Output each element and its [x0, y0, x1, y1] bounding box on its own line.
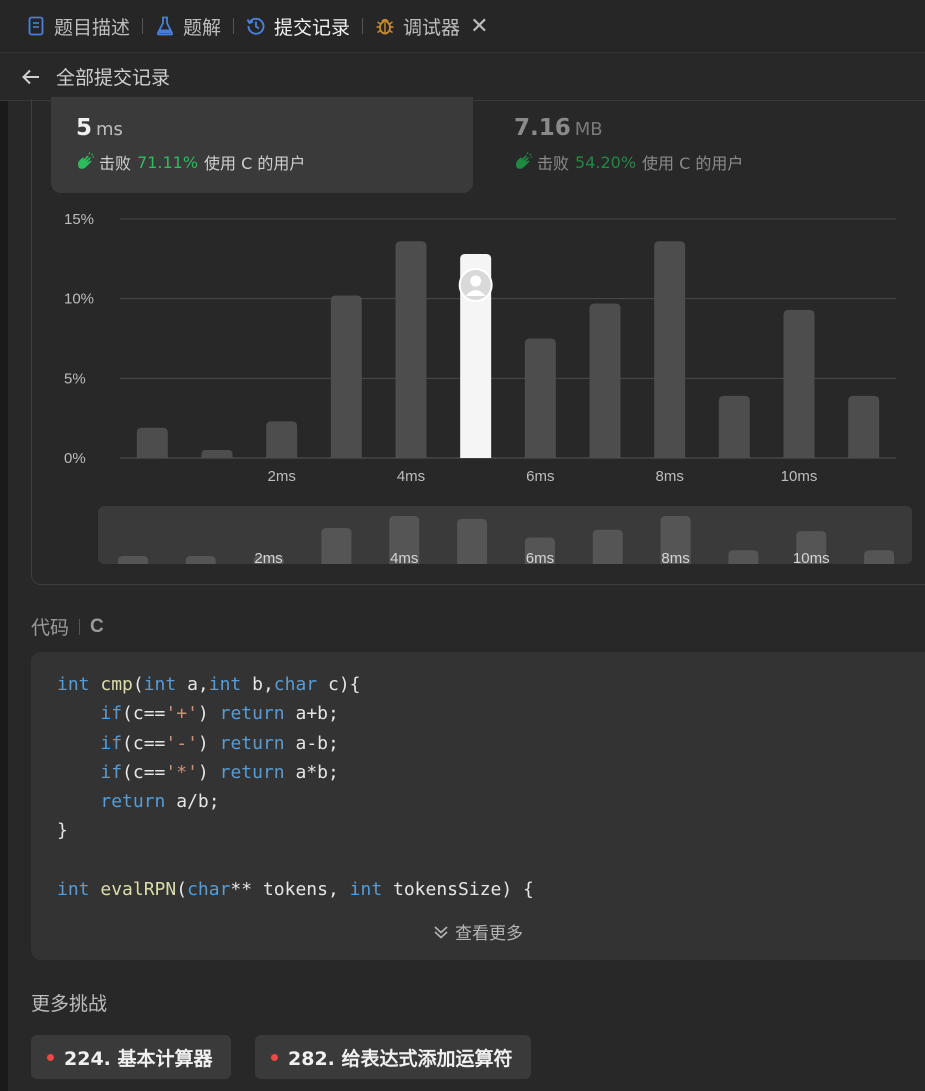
tab-submissions[interactable]: 提交记录: [246, 13, 350, 40]
code-block: int cmp(int a,int b,char c){ if(c=='+') …: [31, 652, 925, 960]
x-tick-label: 6ms: [526, 468, 554, 485]
challenge-link[interactable]: 282. 给表达式添加运算符: [255, 1035, 531, 1079]
x-tick-label: 4ms: [397, 468, 425, 485]
divider: [79, 618, 81, 635]
overview-bar: [457, 518, 488, 564]
code-label: 代码: [31, 617, 70, 639]
code-line: int cmp(int a,int b,char c){: [57, 674, 361, 695]
code-line: return a/b;: [100, 791, 220, 813]
bar: [395, 241, 427, 458]
difficulty-dot: [47, 1053, 54, 1061]
x-tick-label: 2ms: [267, 468, 295, 485]
bug-icon: [375, 16, 395, 36]
tab-solutions[interactable]: 题解: [155, 13, 221, 40]
overview-brush: [98, 506, 912, 564]
tab-divider: [233, 18, 235, 34]
overview-bar: [185, 556, 216, 564]
y-tick-label: 5%: [64, 370, 86, 387]
bar: [266, 421, 298, 458]
bar: [589, 303, 621, 458]
difficulty-dot: [271, 1053, 278, 1061]
overview-tick-label: 10ms: [793, 550, 830, 567]
tab-label: 提交记录: [274, 16, 351, 39]
overview-bar: [864, 550, 895, 564]
view-more-button[interactable]: 查看更多: [433, 919, 523, 944]
y-tick-label: 15%: [64, 211, 94, 228]
page-title: 全部提交记录: [56, 67, 171, 89]
runtime-distribution-chart: 0% 5% 10% 15% 2ms 4ms 6ms 8ms 10ms 2ms 4ms 6ms 8ms 10…: [64, 211, 912, 567]
back-arrow-icon[interactable]: [20, 66, 42, 88]
overview-bar: [321, 528, 352, 564]
submissions-header: 全部提交记录: [0, 53, 925, 101]
view-more-label: 查看更多: [455, 924, 523, 944]
code-line: if(c=='*') return a*b;: [100, 761, 339, 783]
x-tick-label: 10ms: [781, 468, 818, 485]
challenge-link[interactable]: 224. 基本计算器: [31, 1035, 231, 1079]
y-tick-label: 10%: [64, 291, 94, 308]
bar: [783, 309, 815, 458]
code-header: 代码 C: [31, 613, 104, 640]
tab-label: 调试器: [403, 16, 461, 39]
document-icon: [26, 16, 46, 36]
tab-label: 题解: [183, 16, 222, 39]
bar: [848, 395, 880, 458]
challenge-title: 224. 基本计算器: [64, 1047, 213, 1070]
tab-debugger[interactable]: 调试器: [375, 13, 460, 40]
tab-divider: [142, 18, 144, 34]
overview-bar: [728, 550, 759, 564]
history-icon: [246, 16, 266, 36]
stats-panel: 5 ms 击败 71.11% 使用 C 的用户 7.16 MB 击败 54.20% …: [31, 97, 925, 585]
overview-tick-label: 8ms: [661, 550, 689, 567]
bar: [524, 338, 556, 458]
bar: [330, 295, 362, 458]
overview-tick-label: 4ms: [390, 550, 418, 567]
double-chevron-down-icon: [434, 925, 448, 939]
user-avatar-icon: [458, 268, 493, 303]
bar: [718, 395, 750, 458]
bar: [136, 427, 168, 458]
code-line: if(c=='-') return a-b;: [100, 732, 339, 754]
overview-bar: [592, 529, 623, 564]
bar: [201, 450, 233, 458]
code-line: }: [57, 820, 68, 842]
code-line: if(c=='+') return a+b;: [100, 703, 339, 725]
code-language: C: [90, 615, 104, 637]
tab-description[interactable]: 题目描述: [26, 13, 130, 40]
tab-label: 题目描述: [54, 16, 131, 39]
overview-tick-label: 2ms: [254, 550, 282, 567]
overview-tick-label: 6ms: [526, 550, 554, 567]
tab-divider: [362, 18, 364, 34]
x-tick-label: 8ms: [655, 468, 683, 485]
challenge-title: 282. 给表达式添加运算符: [288, 1047, 513, 1070]
close-tab-icon[interactable]: ✕: [470, 14, 488, 39]
main-content: 5 ms 击败 71.11% 使用 C 的用户 7.16 MB 击败 54.20% …: [8, 97, 925, 1091]
more-challenges-title: 更多挑战: [31, 993, 108, 1015]
code-line: int evalRPN(char** tokens, int tokensSiz…: [57, 879, 534, 901]
code-lines: int cmp(int a,int b,char c){ if(c=='+') …: [57, 670, 534, 904]
overview-bar: [117, 556, 148, 564]
y-tick-label: 0%: [64, 450, 86, 467]
tab-bar: 题目描述 题解 提交记录 调试器 ✕: [0, 0, 925, 53]
bar: [654, 241, 686, 458]
flask-icon: [155, 16, 175, 36]
